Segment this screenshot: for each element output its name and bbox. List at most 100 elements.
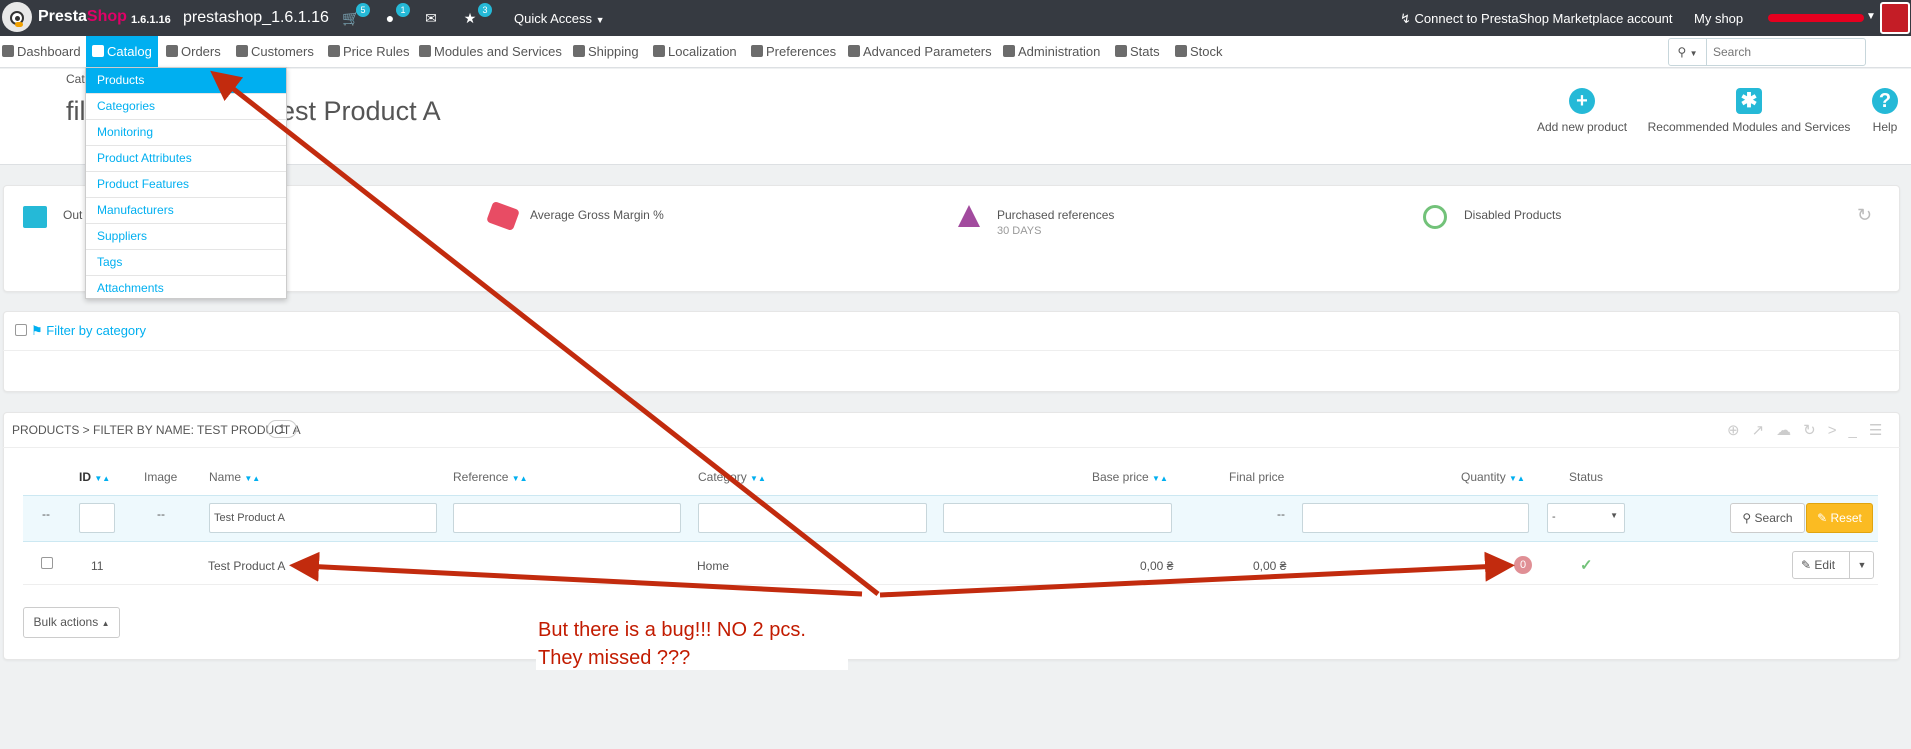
row-select-checkbox[interactable]	[41, 557, 53, 569]
nav-catalog[interactable]: Catalog	[86, 36, 158, 68]
kpi-out-of-stock[interactable]: Out	[63, 208, 82, 222]
refresh-icon[interactable]: ↻	[1803, 422, 1828, 439]
kpi-disabled-products[interactable]: Disabled Products	[1464, 208, 1561, 222]
nav-localization[interactable]: Localization	[653, 36, 737, 68]
marketplace-connect-link[interactable]: ↯ Connect to PrestaShop Marketplace acco…	[1400, 11, 1673, 27]
nav-administration[interactable]: Administration	[1003, 36, 1100, 68]
cloud-upload-icon[interactable]: ☁	[1776, 422, 1803, 439]
pencil-icon: ✎	[1801, 558, 1812, 572]
sort-icon[interactable]: ▼▲	[750, 474, 766, 483]
nav-preferences[interactable]: Preferences	[751, 36, 836, 68]
search-input[interactable]	[1713, 43, 1853, 61]
terminal-icon[interactable]: >_	[1828, 422, 1869, 439]
nav-price-rules[interactable]: Price Rules	[328, 36, 409, 68]
employee-name-redacted[interactable]	[1768, 14, 1864, 22]
refresh-icon[interactable]: ↻	[1857, 205, 1872, 226]
shop-name[interactable]: prestashop_1.6.1.16	[183, 9, 329, 27]
menu-item-monitoring[interactable]: Monitoring	[86, 120, 286, 146]
cell-name[interactable]: Test Product A	[208, 559, 285, 573]
trophy-badge: 3	[478, 3, 492, 17]
search-scope-button[interactable]: ⚲ ▼	[1669, 39, 1707, 65]
puzzle-icon: ✱	[1736, 88, 1762, 114]
quick-access-menu[interactable]: Quick Access ▼	[514, 11, 605, 26]
cell-final-price[interactable]: 0,00 ₴	[1253, 559, 1286, 573]
filter-status-select[interactable]: - ▼	[1547, 503, 1625, 533]
menu-item-categories[interactable]: Categories	[86, 94, 286, 120]
export-icon[interactable]: ↗	[1752, 422, 1777, 439]
sort-icon[interactable]: ▼▲	[1509, 474, 1525, 483]
filter-category-input[interactable]	[698, 503, 927, 533]
filter-reset-button[interactable]: ✎ Reset	[1806, 503, 1873, 533]
filter-reference-input[interactable]	[453, 503, 681, 533]
kpi-purchased-references[interactable]: Purchased references	[997, 208, 1114, 222]
nav-advanced-parameters[interactable]: Advanced Parameters	[848, 36, 992, 68]
trophy-icon[interactable]: ★	[460, 8, 480, 28]
nav-dashboard[interactable]: Dashboard	[2, 36, 81, 68]
bulk-actions-button[interactable]: Bulk actions ▲	[23, 607, 120, 638]
status-enabled-icon[interactable]: ✓	[1580, 556, 1593, 574]
col-quantity[interactable]: Quantity ▼▲	[1461, 470, 1525, 484]
filter-search-button[interactable]: ⚲ Search	[1730, 503, 1805, 533]
nav-orders[interactable]: Orders	[166, 36, 221, 68]
database-icon[interactable]: ☰	[1869, 422, 1894, 439]
filter-base-price-input[interactable]	[943, 503, 1172, 533]
edit-dropdown-toggle[interactable]: ▼	[1849, 552, 1874, 578]
nav-stock[interactable]: Stock	[1175, 36, 1223, 68]
col-status: Status	[1569, 470, 1604, 484]
users-icon	[236, 45, 248, 57]
menu-item-suppliers[interactable]: Suppliers	[86, 224, 286, 250]
cell-id[interactable]: 11	[91, 559, 103, 573]
page-title: est Product A	[280, 96, 441, 126]
list-toolbar-icons[interactable]: ⊕↗☁↻>_☰	[1727, 421, 1894, 439]
menu-item-manufacturers[interactable]: Manufacturers	[86, 198, 286, 224]
sort-icon[interactable]: ▼▲	[512, 474, 528, 483]
nav-stats[interactable]: Stats	[1115, 36, 1160, 68]
avatar[interactable]	[1880, 2, 1910, 34]
envelope-icon[interactable]: ✉	[421, 8, 441, 28]
prestashop-logo-icon[interactable]	[2, 2, 32, 32]
add-circle-icon[interactable]: ⊕	[1727, 422, 1752, 439]
help-button[interactable]: ? Help	[1868, 88, 1902, 134]
col-reference[interactable]: Reference ▼▲	[453, 470, 528, 484]
col-id[interactable]: ID ▼▲	[79, 470, 110, 484]
annotation-line-2: They missed ???	[538, 647, 691, 669]
col-image: Image	[144, 470, 178, 484]
caret-up-icon: ▲	[101, 619, 110, 628]
col-category[interactable]: Category ▼▲	[698, 470, 766, 484]
nav-shipping[interactable]: Shipping	[573, 36, 639, 68]
kpi-average-gross-margin[interactable]: Average Gross Margin %	[530, 208, 664, 222]
menu-item-products[interactable]: Products	[86, 68, 286, 94]
filter-by-category-link[interactable]: ⚑ Filter by category	[31, 323, 146, 339]
top-header: PrestaShop 1.6.1.16 prestashop_1.6.1.16 …	[0, 0, 1911, 36]
sort-icon[interactable]: ▼▲	[94, 474, 110, 483]
question-circle-icon: ?	[1872, 88, 1898, 114]
kpi-panel	[3, 185, 1900, 292]
caret-down-icon: ▼	[595, 15, 605, 25]
filter-name-input[interactable]	[209, 503, 437, 533]
sort-icon[interactable]: ▼▲	[1152, 474, 1168, 483]
search-icon: ⚲	[1742, 511, 1752, 525]
menu-item-product-features[interactable]: Product Features	[86, 172, 286, 198]
add-new-product-button[interactable]: + Add new product	[1532, 88, 1632, 134]
my-shop-link[interactable]: My shop	[1694, 11, 1743, 26]
nav-customers[interactable]: Customers	[236, 36, 314, 68]
recommended-modules-button[interactable]: ✱ Recommended Modules and Services	[1643, 88, 1855, 134]
breadcrumb[interactable]: Cat	[66, 72, 85, 86]
nav-modules[interactable]: Modules and Services	[419, 36, 562, 68]
category-filter-checkbox[interactable]	[15, 324, 27, 336]
cell-base-price[interactable]: 0,00 ₴	[1140, 559, 1173, 573]
menu-item-attachments[interactable]: Attachments	[86, 276, 286, 302]
col-base-price[interactable]: Base price ▼▲	[1092, 470, 1168, 484]
menu-item-tags[interactable]: Tags	[86, 250, 286, 276]
edit-button[interactable]: ✎ Edit	[1801, 558, 1835, 572]
caret-down-icon[interactable]: ▼	[1866, 11, 1876, 22]
cell-category[interactable]: Home	[697, 559, 729, 573]
filter-id-input[interactable]	[79, 503, 115, 533]
filter-quantity-input[interactable]	[1302, 503, 1529, 533]
table-row[interactable]	[23, 543, 1878, 585]
book-icon	[92, 45, 104, 57]
menu-item-product-attributes[interactable]: Product Attributes	[86, 146, 286, 172]
cogs-icon	[848, 45, 860, 57]
sort-icon[interactable]: ▼▲	[244, 474, 260, 483]
col-name[interactable]: Name ▼▲	[209, 470, 260, 484]
